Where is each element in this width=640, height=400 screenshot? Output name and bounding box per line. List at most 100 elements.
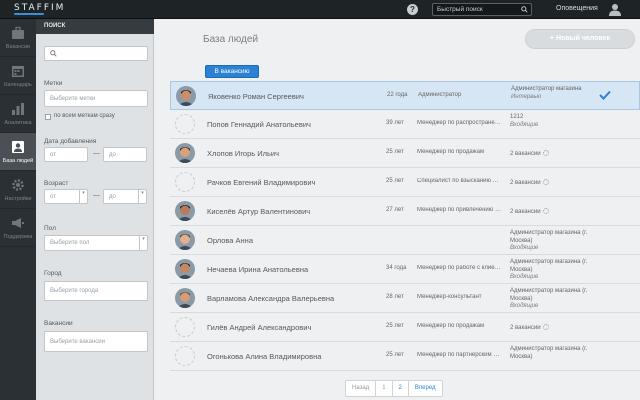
person-position: Администратор <box>418 92 462 98</box>
person-age: 25 лет <box>386 323 404 329</box>
all-tags-label: по всем меткам сразу <box>54 113 115 119</box>
gear-icon[interactable] <box>542 150 549 156</box>
gear-icon[interactable] <box>542 208 549 214</box>
vacancies-select[interactable]: Выберите вакансии <box>44 331 148 352</box>
chevron-down-icon: ▾ <box>138 190 146 203</box>
table-row[interactable]: Огонькова Алина Владимировна 25 лет Менедж… <box>170 342 640 371</box>
quick-search-input[interactable] <box>437 4 519 15</box>
vacancy-name[interactable]: 1212 <box>510 114 590 122</box>
pagination-next[interactable]: Вперед <box>409 381 442 396</box>
search-icon <box>50 50 57 57</box>
vacancy-name[interactable]: Администратор магазина (г. Москва) <box>510 230 590 245</box>
person-name[interactable]: Киселёв Артур Валентинович <box>207 207 310 216</box>
nav-item-calendar[interactable]: Календарь <box>0 57 36 95</box>
quick-search[interactable] <box>432 3 532 16</box>
date-label: Дата добавления <box>44 138 97 145</box>
table-row[interactable]: Рачков Евгений Владимирович 25 лет Специал… <box>170 168 640 197</box>
table-row[interactable]: Варламова Александра Валерьевна 28 лет Мен… <box>170 284 640 313</box>
vacancy-count[interactable]: 2 вакансии <box>510 324 549 331</box>
vacancy-name[interactable]: Администратор магазина (г. Москва) <box>510 288 590 303</box>
table-row[interactable]: Нечаева Ирина Анатольевна 34 года Менеджер… <box>170 255 640 284</box>
age-label: Возраст <box>44 180 69 187</box>
person-age: 25 лет <box>386 149 404 155</box>
table-row[interactable]: Попов Геннадий Анатольевич 39 лет Менеджер… <box>170 110 640 139</box>
person-name[interactable]: Гилёв Андрей Александрович <box>207 323 311 332</box>
pagination-page-2[interactable]: 2 <box>393 381 409 396</box>
table-row[interactable]: Орлова Анна Администратор магазина (г. Мо… <box>170 226 640 255</box>
table-row[interactable]: Хлопов Игорь Ильич 25 лет Менеджер по прод… <box>170 139 640 168</box>
person-name[interactable]: Хлопов Игорь Ильич <box>207 149 279 158</box>
city-select[interactable]: Выберите города <box>44 281 148 301</box>
avatar-placeholder <box>175 114 195 134</box>
vacancy-stage: Входящие <box>510 274 539 280</box>
nav-item-vacancies[interactable]: Вакансии <box>0 19 36 57</box>
help-icon[interactable]: ? <box>407 4 418 15</box>
nav-item-label: Календарь <box>4 82 32 88</box>
nav-item-settings[interactable]: Настройки <box>0 171 36 209</box>
vacancy-count[interactable]: 2 вакансии <box>510 179 549 186</box>
filter-search-input[interactable] <box>44 46 148 61</box>
avatar <box>175 143 195 163</box>
vacancy-stage: Входящие <box>510 121 539 128</box>
vacancy-count[interactable]: 2 вакансии <box>510 150 549 157</box>
gear-icon[interactable] <box>542 324 549 330</box>
tags-label: Метки <box>44 80 63 87</box>
vacancy-stage: Входящие <box>510 303 539 309</box>
avatar <box>175 230 195 250</box>
person-name[interactable]: Нечаева Ирина Анатольевна <box>207 265 308 274</box>
avatar-placeholder <box>175 172 195 192</box>
person-name[interactable]: Варламова Александра Валерьевна <box>207 294 334 303</box>
all-tags-checkbox[interactable] <box>45 114 51 120</box>
person-name[interactable]: Яковенко Роман Сергеевич <box>208 92 304 101</box>
checkmark-icon[interactable] <box>599 90 611 100</box>
table-row[interactable]: Яковенко Роман Сергеевич 22 года Администр… <box>170 81 640 110</box>
nav-item-label: Поддержка <box>3 234 33 240</box>
nav-item-people-base[interactable]: База людей <box>0 133 36 171</box>
person-name[interactable]: Рачков Евгений Владимирович <box>207 178 316 187</box>
city-label: Город <box>44 270 62 277</box>
person-name[interactable]: Огонькова Алина Владимировна <box>207 352 321 361</box>
vacancy-info: 1212 Входящие <box>510 114 590 129</box>
person-age: 27 лет <box>386 207 404 213</box>
avatar <box>175 288 195 308</box>
person-position: Менеджер по привлечению … <box>417 207 501 213</box>
date-to-input[interactable]: до <box>103 147 147 162</box>
nav-item-analytics[interactable]: Аналитика <box>0 95 36 133</box>
person-position: Менеджер по работе с клие… <box>417 265 501 271</box>
notifications-link[interactable]: Оповещения <box>556 5 598 12</box>
user-icon[interactable] <box>608 3 622 16</box>
logo-swoosh <box>14 13 44 15</box>
vacancy-name[interactable]: Администратор магазина (г. Москва) <box>510 346 590 361</box>
table-row[interactable]: Киселёв Артур Валентинович 27 лет Менеджер… <box>170 197 640 226</box>
date-from-input[interactable]: от <box>44 147 88 162</box>
vacancy-info: Администратор магазина (г. Москва) Входящ… <box>510 288 590 311</box>
vacancy-name[interactable]: Администратор магазина <box>511 86 591 94</box>
person-name[interactable]: Попов Геннадий Анатольевич <box>207 120 311 129</box>
app-logo[interactable]: STAFFIM <box>14 3 65 13</box>
to-vacancy-button[interactable]: В вакансию <box>205 65 259 78</box>
nav-item-support[interactable]: Поддержка <box>0 209 36 247</box>
pagination-page-1[interactable]: 1 <box>376 381 393 396</box>
nav-item-label: Настройки <box>4 196 32 202</box>
person-position: Менеджер по продажам <box>417 323 485 329</box>
person-name[interactable]: Орлова Анна <box>207 236 253 245</box>
table-row[interactable]: Гилёв Андрей Александрович 25 лет Менеджер… <box>170 313 640 342</box>
sex-label: Пол <box>44 225 56 232</box>
search-icon[interactable] <box>521 6 528 13</box>
age-to-select[interactable]: до ▾ <box>103 189 147 204</box>
new-person-button[interactable]: + Новый человек <box>525 29 635 49</box>
person-position: Специалист по взысканию … <box>417 178 499 184</box>
people-base-icon <box>12 141 24 153</box>
gear-icon[interactable] <box>542 179 549 185</box>
vacancy-count[interactable]: 2 вакансии <box>510 208 549 215</box>
vacancy-count-label: 2 вакансии <box>510 209 541 215</box>
tags-select[interactable]: Выберите метки <box>44 90 148 107</box>
vacancy-name[interactable]: Администратор магазина (г. Москва) <box>510 259 590 274</box>
person-position: Менеджер по продажам <box>417 149 485 155</box>
sex-select[interactable]: Выберите пол ▾ <box>44 235 148 251</box>
nav-item-label: Аналитика <box>4 120 32 126</box>
avatar <box>176 86 196 106</box>
age-from-select[interactable]: от ▾ <box>44 189 88 204</box>
vacancy-count-label: 2 вакансии <box>510 325 541 331</box>
pagination-prev[interactable]: Назад <box>346 381 377 396</box>
